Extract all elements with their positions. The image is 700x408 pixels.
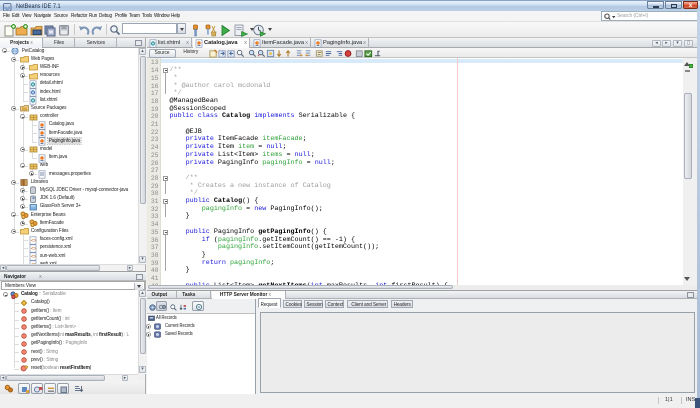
svg-text:<>: <> (31, 238, 37, 244)
svg-text:<>: <> (31, 254, 37, 260)
svg-text:<>: <> (31, 246, 37, 252)
